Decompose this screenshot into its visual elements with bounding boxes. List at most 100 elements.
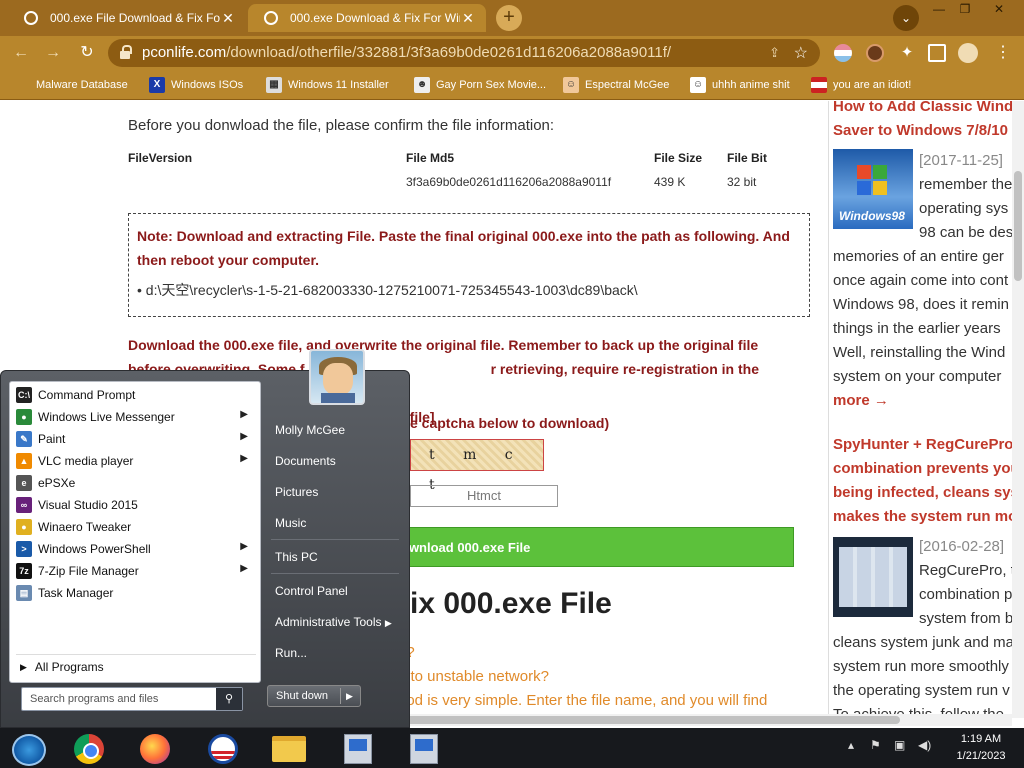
start-menu-programs: C:\ Command Prompt ● Windows Live Messenger… [9,381,261,683]
chevron-right-icon[interactable]: ▶ [346,686,353,706]
bookmark-windows-isos[interactable]: X Windows ISOs [149,77,243,93]
flag-icon [811,77,827,93]
site-favicon-icon [264,11,278,25]
scrollbar-thumb[interactable] [404,716,900,724]
volume-icon[interactable]: ◀) [918,738,931,752]
program-label: Paint [38,432,66,446]
start-program-windows-live-messenger[interactable]: ● Windows Live Messenger ▶ [14,406,258,428]
sidebar-article-link-2[interactable]: makes the system run mor [833,505,1023,529]
thumbnail-caption: Windows98 [839,209,905,223]
url-path: /download/otherfile/332881/3f3a69b0de026… [226,44,672,61]
clock-time: 1:19 AM [960,733,1002,745]
new-tab-button[interactable]: + [496,5,522,31]
back-button[interactable]: ← [10,43,32,63]
tab-1[interactable]: 000.exe File Download & Fix For W ✕ [8,4,246,32]
forward-button[interactable]: → [42,43,64,63]
address-bar[interactable]: pconlife.com/download/otherfile/332881/3… [108,39,820,67]
start-run[interactable]: Run... [275,646,307,660]
start-program-windows-powershell[interactable]: > Windows PowerShell ▶ [14,538,258,560]
extension-flag-icon[interactable] [834,44,852,62]
scrollbar-thumb[interactable] [1014,171,1022,281]
captcha-input[interactable]: Htmct [410,485,558,507]
chevron-right-icon: ▶ [240,541,248,552]
start-program-vlc-media-player[interactable]: ▲ VLC media player ▶ [14,450,258,472]
installer-icon [344,734,372,764]
taskbar-setup-1[interactable] [328,730,382,766]
search-icon[interactable]: ⚲ [216,688,242,710]
start-user-name[interactable]: Molly McGee [275,423,345,437]
side-panel-icon[interactable] [928,44,946,62]
windows98-thumbnail[interactable]: Windows98 [833,149,913,229]
article-text-line: 98 can be des [919,224,1014,241]
vertical-scrollbar[interactable] [1012,101,1024,718]
header-file-md5: File Md5 [406,151,455,165]
program-label: VLC media player [38,454,134,468]
start-music[interactable]: Music [275,516,306,530]
taskbar-obama-app[interactable] [194,730,248,766]
regcurepro-thumbnail[interactable] [833,537,913,617]
bookmark-label: Espectral McGee [585,79,670,91]
start-program-visual-studio-2015[interactable]: ∞ Visual Studio 2015 [14,494,258,516]
lock-icon[interactable] [120,45,132,59]
tab-close-icon[interactable]: ✕ [460,10,476,27]
more-link[interactable]: more → [833,389,889,413]
bookmark-anime[interactable]: ☺ uhhh anime shit [690,77,790,93]
taskbar-setup-2[interactable] [394,730,448,766]
bookmark-windows-11-installer[interactable]: ▦ Windows 11 Installer [266,77,389,93]
user-avatar[interactable] [309,349,365,405]
share-icon[interactable]: ⇪ [769,45,780,61]
sidebar-article-link-1[interactable]: How to Add Classic Windo [833,101,1022,119]
close-window-button[interactable]: ✕ [984,0,1014,18]
url-host: pconlife.com [142,44,227,61]
network-icon[interactable]: ▣ [894,738,905,752]
start-program-command-prompt[interactable]: C:\ Command Prompt [14,384,258,406]
start-program-winaero-tweaker[interactable]: ● Winaero Tweaker [14,516,258,538]
bookmark-you-are-an-idiot[interactable]: you are an idiot! [811,77,911,93]
start-button[interactable] [2,730,56,766]
tab-close-icon[interactable]: ✕ [220,10,236,27]
sidebar-article-link-2[interactable]: combination prevents you [833,457,1020,481]
reload-button[interactable]: ↻ [76,43,98,63]
action-center-flag-icon[interactable]: ⚑ [870,738,881,752]
tab-search-button[interactable]: ⌄ [893,5,919,31]
sidebar-article-link-2[interactable]: SpyHunter + RegCurePro, t [833,433,1024,457]
tray-chevron-up-icon[interactable]: ▴ [848,738,854,752]
download-button[interactable]: ownload 000.exe File [398,527,794,567]
menu-kebab-icon[interactable]: ⋮ [994,44,1012,62]
sidebar-article-link-2[interactable]: being infected, cleans syst [833,481,1024,505]
restore-button[interactable]: ❐ [950,0,980,18]
start-administrative-tools[interactable]: Administrative Tools ▶ [275,615,392,629]
start-program-paint[interactable]: ✎ Paint ▶ [14,428,258,450]
avatar-icon: ☺ [563,77,579,93]
sidebar-article-link-1b[interactable]: Saver to Windows 7/8/10 [833,119,1008,143]
article-text-line: remember the [919,176,1013,193]
note-text: Note: Download and extracting File. Past… [137,228,790,268]
taskbar-chrome[interactable] [60,730,114,766]
extension-avatar-icon[interactable] [866,44,884,62]
faq-link-2[interactable]: e to unstable network? [398,668,549,685]
admin-tools-label: Administrative Tools [275,615,382,629]
article-text-line: cleans system junk and ma [833,634,1014,651]
start-program-task-manager[interactable]: ▤ Task Manager [14,582,258,604]
profile-icon[interactable] [958,43,978,63]
start-pictures[interactable]: Pictures [275,485,318,499]
start-this-pc[interactable]: This PC [275,550,318,564]
system-clock[interactable]: 1:19 AM 1/21/2023 [948,731,1014,765]
captcha-prompt: e captcha below to download) [410,415,610,431]
all-programs-button[interactable]: ▶ All Programs [20,660,104,674]
shutdown-button[interactable]: Shut down ▶ [267,685,361,707]
start-program-epsxe[interactable]: e ePSXe [14,472,258,494]
start-documents[interactable]: Documents [275,454,336,468]
tab-2[interactable]: 000.exe Download & Fix For Wind ✕ [248,4,486,32]
bookmark-espectral-mcgee[interactable]: ☺ Espectral McGee [563,77,669,93]
bookmark-site[interactable]: ☻ Gay Porn Sex Movie... [414,77,546,93]
start-control-panel[interactable]: Control Panel [275,584,348,598]
bookmark-malware-database[interactable]: Malware Database [14,77,128,93]
bookmark-star-icon[interactable]: ☆ [794,43,808,63]
start-program-7-zip-file-manager[interactable]: 7z 7-Zip File Manager ▶ [14,560,258,582]
article-date-1: [2017-11-25] [919,152,1003,169]
taskbar-firefox[interactable] [126,730,180,766]
taskbar-explorer[interactable] [260,730,314,766]
start-search-input[interactable]: Search programs and files ⚲ [21,687,243,711]
extensions-puzzle-icon[interactable]: ✦ [898,44,916,62]
